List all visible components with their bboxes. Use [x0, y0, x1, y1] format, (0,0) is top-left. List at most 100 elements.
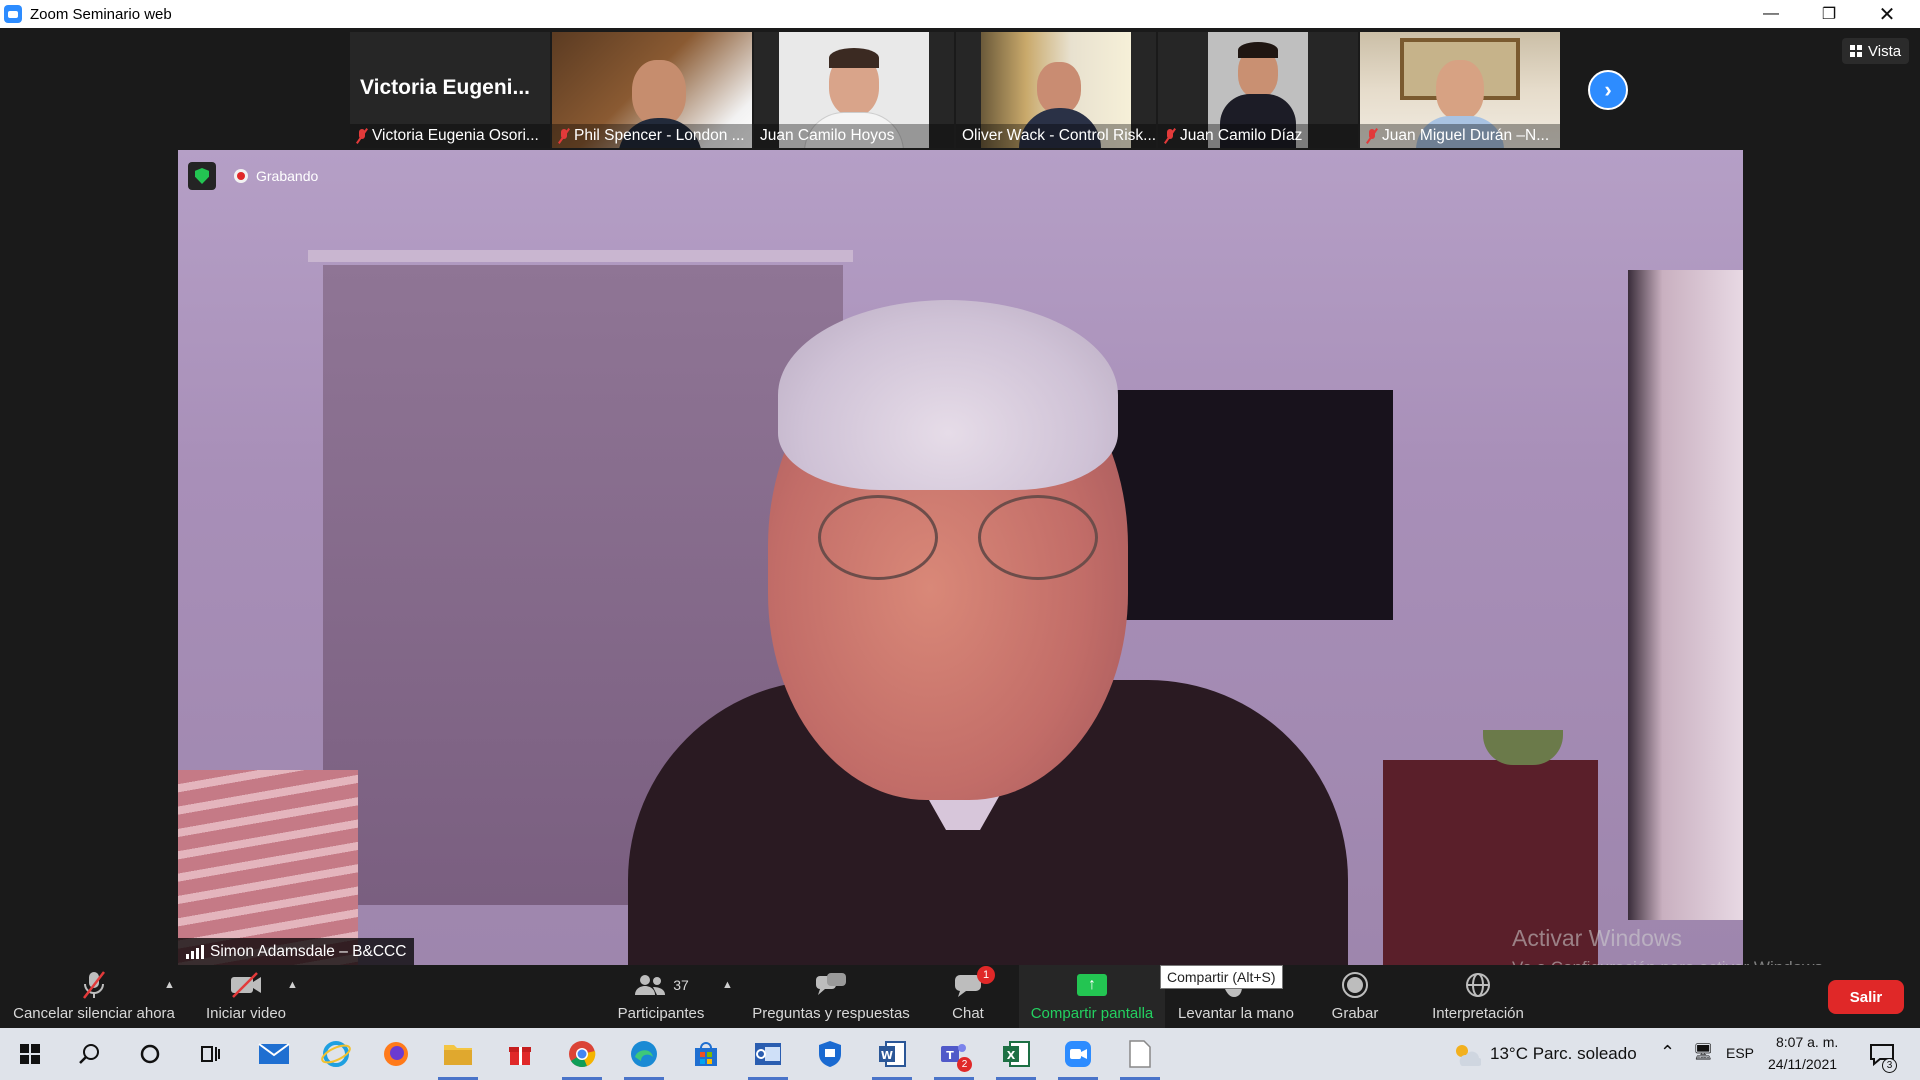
share-screen-button[interactable]: ↑ Compartir pantalla — [1019, 965, 1165, 1028]
search-icon[interactable] — [64, 1028, 116, 1080]
clock-time[interactable]: 8:07 a. m. — [1776, 1034, 1838, 1050]
connection-signal-icon — [186, 944, 204, 959]
participant-display-title: Victoria Eugeni... — [360, 76, 530, 99]
participant-name: Juan Miguel Durán –N... — [1382, 127, 1550, 144]
participant-name-label: Victoria Eugenia Osori... — [350, 124, 550, 148]
share-screen-icon: ↑ — [1077, 974, 1107, 996]
view-button[interactable]: Vista — [1842, 38, 1910, 64]
participants-icon: 37 — [633, 970, 689, 1000]
participants-options-caret[interactable]: ▲ — [722, 979, 733, 991]
zoom-window: Zoom Seminario web — ❐ ✕ Victoria Eugeni… — [0, 0, 1920, 1080]
start-video-button[interactable]: Iniciar video — [190, 965, 302, 1028]
chevron-up-icon[interactable]: ⌃ — [1660, 1042, 1675, 1063]
activate-windows-title: Activar Windows — [1512, 925, 1682, 951]
mic-muted-icon — [356, 128, 368, 144]
active-speaker-video — [178, 150, 1743, 965]
participants-button[interactable]: 37 Participantes — [610, 965, 712, 1028]
unmute-button[interactable]: Cancelar silenciar ahora — [10, 965, 178, 1028]
participant-tile[interactable]: Juan Miguel Durán –N... — [1360, 32, 1560, 148]
clock-date[interactable]: 24/11/2021 — [1768, 1056, 1837, 1072]
participant-tile[interactable]: Oliver Wack - Control Risk... — [956, 32, 1156, 148]
audio-options-caret[interactable]: ▲ — [164, 979, 175, 991]
video-off-icon — [229, 970, 263, 1000]
restore-button[interactable]: ❐ — [1800, 0, 1858, 28]
chevron-right-icon: › — [1604, 77, 1612, 102]
record-icon — [1341, 970, 1369, 1000]
close-button[interactable]: ✕ — [1858, 0, 1916, 28]
security-icon[interactable] — [804, 1028, 856, 1080]
participant-name-label: Juan Camilo Hoyos — [754, 124, 954, 148]
participant-tile[interactable]: Victoria Eugeni... Victoria Eugenia Osor… — [350, 32, 550, 148]
network-icon[interactable]: 🖥 — [1693, 1042, 1713, 1062]
view-button-label: Vista — [1868, 42, 1902, 60]
chat-label: Chat — [952, 1005, 984, 1022]
language-indicator[interactable]: ESP — [1726, 1045, 1754, 1061]
leave-button[interactable]: Salir — [1828, 980, 1904, 1014]
cortana-icon[interactable] — [124, 1028, 176, 1080]
participant-count: 37 — [673, 977, 689, 993]
weather-icon[interactable] — [1440, 1028, 1492, 1080]
file-explorer-icon[interactable] — [432, 1028, 484, 1080]
zoom-app-icon — [4, 5, 22, 23]
participant-name-label: Oliver Wack - Control Risk... — [956, 124, 1156, 148]
svg-text:X: X — [1007, 1049, 1016, 1062]
participant-name-label: Juan Camilo Díaz — [1158, 124, 1358, 148]
firefox-icon[interactable] — [370, 1028, 422, 1080]
gift-icon[interactable] — [494, 1028, 546, 1080]
mic-muted-icon — [1164, 128, 1176, 144]
participant-strip: Victoria Eugeni... Victoria Eugenia Osor… — [350, 32, 1560, 148]
active-speaker-label: Simon Adamsdale – B&CCC — [210, 942, 407, 960]
windows-start-icon[interactable] — [4, 1028, 56, 1080]
windows-taskbar: W T 2 X 13°C Parc. soleado ⌃ 🖥 ESP 8:07 … — [0, 1028, 1920, 1080]
participant-tile[interactable]: Juan Camilo Díaz — [1158, 32, 1358, 148]
participant-name: Phil Spencer - London ... — [574, 127, 745, 144]
notepad-icon[interactable] — [1114, 1028, 1166, 1080]
mail-icon[interactable] — [248, 1028, 300, 1080]
teams-badge: 2 — [957, 1057, 972, 1072]
share-screen-label: Compartir pantalla — [1030, 1005, 1154, 1022]
svg-text:T: T — [946, 1049, 954, 1062]
internet-explorer-icon[interactable] — [310, 1028, 362, 1080]
mic-muted-icon — [558, 128, 570, 144]
raise-hand-label: Levantar la mano — [1178, 1005, 1294, 1022]
word-icon[interactable]: W — [866, 1028, 918, 1080]
svg-text:W: W — [881, 1049, 893, 1062]
window-title: Zoom Seminario web — [30, 5, 172, 23]
store-icon[interactable] — [680, 1028, 732, 1080]
minimize-button[interactable]: — — [1742, 0, 1800, 28]
video-options-caret[interactable]: ▲ — [287, 979, 298, 991]
edge-icon[interactable] — [618, 1028, 670, 1080]
grid-view-icon — [1850, 45, 1862, 57]
qa-label: Preguntas y respuestas — [752, 1005, 910, 1022]
recording-indicator: Grabando — [188, 162, 326, 190]
next-participants-button[interactable]: › — [1588, 70, 1628, 110]
active-speaker-name: Simon Adamsdale – B&CCC — [178, 938, 415, 965]
teams-icon[interactable]: T 2 — [928, 1028, 980, 1080]
chat-unread-badge: 1 — [977, 966, 995, 984]
recording-dot-icon — [234, 169, 248, 183]
meeting-toolbar: Cancelar silenciar ahora ▲ Iniciar video… — [0, 965, 1920, 1028]
qa-button[interactable]: Preguntas y respuestas — [748, 965, 914, 1028]
interpretation-button[interactable]: Interpretación — [1408, 965, 1548, 1028]
chat-button[interactable]: 1 Chat — [932, 965, 1004, 1028]
chat-icon: 1 — [953, 966, 995, 1000]
outlook-icon[interactable] — [742, 1028, 794, 1080]
participant-name: Juan Camilo Díaz — [1180, 127, 1303, 144]
participant-tile[interactable]: Phil Spencer - London ... — [552, 32, 752, 148]
weather-text[interactable]: 13°C Parc. soleado — [1490, 1044, 1637, 1064]
task-view-icon[interactable] — [184, 1028, 236, 1080]
notifications-icon[interactable]: 3 — [1856, 1028, 1908, 1080]
globe-icon — [1464, 970, 1492, 1000]
chrome-icon[interactable] — [556, 1028, 608, 1080]
recording-pill[interactable]: Grabando — [226, 164, 326, 188]
participant-tile[interactable]: Juan Camilo Hoyos — [754, 32, 954, 148]
notifications-count: 3 — [1882, 1058, 1897, 1073]
title-bar: Zoom Seminario web — ❐ ✕ — [0, 0, 1920, 28]
zoom-icon[interactable] — [1052, 1028, 1104, 1080]
participant-name: Juan Camilo Hoyos — [760, 127, 895, 144]
participants-label: Participantes — [617, 1005, 705, 1022]
security-shield-icon[interactable] — [188, 162, 216, 190]
record-button[interactable]: Grabar — [1320, 965, 1390, 1028]
excel-icon[interactable]: X — [990, 1028, 1042, 1080]
participant-name: Oliver Wack - Control Risk... — [962, 127, 1156, 144]
